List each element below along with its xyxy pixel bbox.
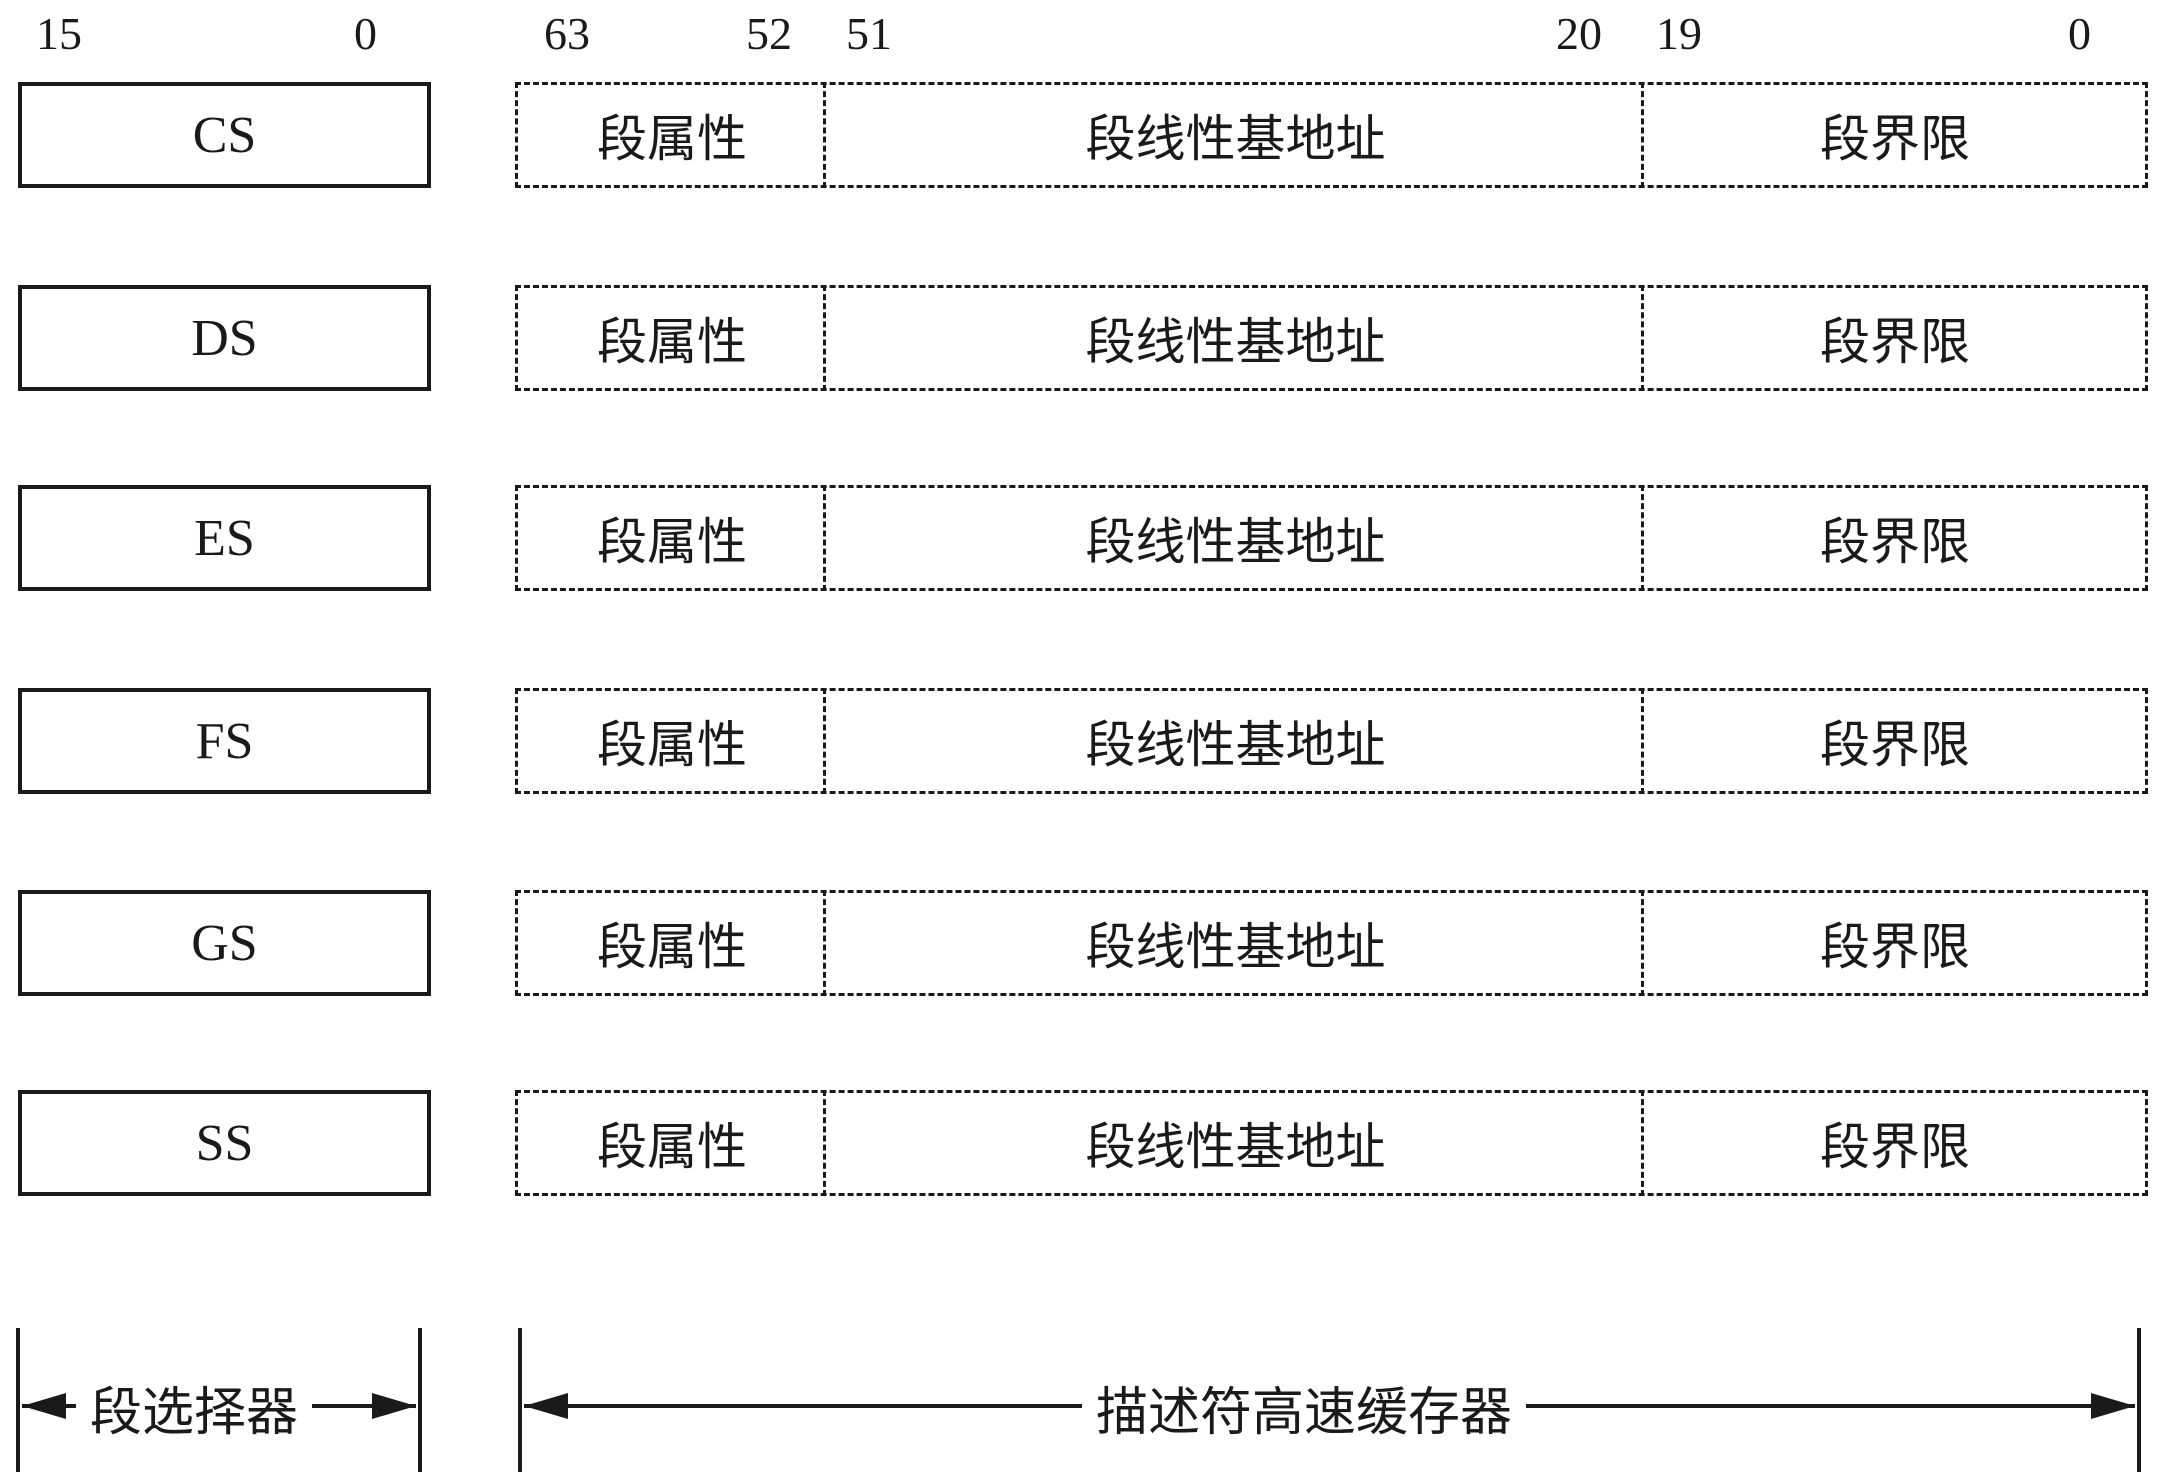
right-arrowhead: [2091, 1393, 2135, 1419]
left-arrowhead: [524, 1393, 568, 1419]
segment-selector-label: 段选择器: [76, 1372, 313, 1443]
left-arrowhead: [22, 1393, 66, 1419]
right-arrowhead: [372, 1393, 416, 1419]
dimension-lines: [16, 1328, 2141, 1472]
descriptor-cache-label: 描述符高速缓存器: [1082, 1372, 1527, 1443]
